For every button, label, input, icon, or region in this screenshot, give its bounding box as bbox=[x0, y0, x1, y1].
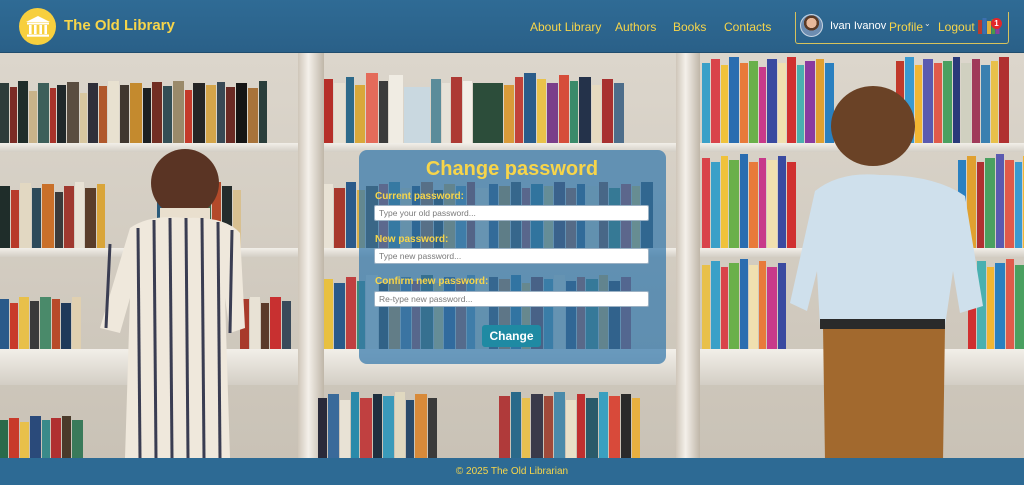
nav-contacts[interactable]: Contacts bbox=[724, 20, 771, 34]
nav-books[interactable]: Books bbox=[673, 20, 706, 34]
confirm-password-label: Confirm new password: bbox=[375, 276, 489, 287]
nav-about-library[interactable]: About Library bbox=[530, 20, 601, 34]
confirm-password-input[interactable] bbox=[374, 291, 649, 307]
library-building-icon bbox=[25, 15, 50, 37]
current-password-label: Current password: bbox=[375, 191, 464, 202]
brand-title[interactable]: The Old Library bbox=[64, 17, 175, 34]
current-password-input[interactable] bbox=[374, 205, 649, 221]
new-password-input[interactable] bbox=[374, 248, 649, 264]
logout-button[interactable]: Logout bbox=[938, 20, 975, 34]
top-navbar: The Old Library About Library Authors Bo… bbox=[0, 0, 1024, 53]
footer-copyright: © 2025 The Old Librarian bbox=[455, 466, 569, 477]
user-name: Ivan Ivanov bbox=[830, 20, 887, 32]
notification-badge: 1 bbox=[991, 18, 1002, 29]
library-logo[interactable] bbox=[19, 8, 56, 45]
profile-menu-button[interactable]: Profile bbox=[889, 20, 923, 34]
nav-authors[interactable]: Authors bbox=[615, 20, 656, 34]
new-password-label: New password: bbox=[375, 234, 449, 245]
chevron-down-icon[interactable]: ⌄ bbox=[924, 19, 931, 28]
change-password-button[interactable]: Change bbox=[482, 325, 541, 347]
page-footer: © 2025 The Old Librarian bbox=[0, 458, 1024, 485]
avatar[interactable] bbox=[800, 14, 823, 37]
